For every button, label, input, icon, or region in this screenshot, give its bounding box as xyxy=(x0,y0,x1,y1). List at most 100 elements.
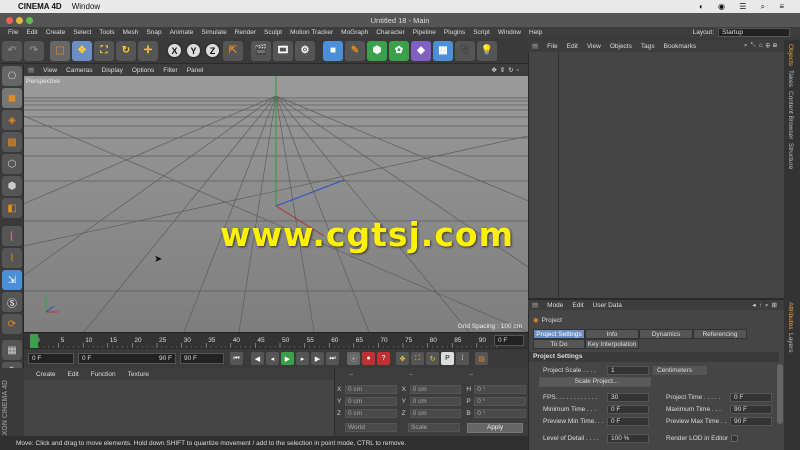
app-menu-sculpt[interactable]: Sculpt xyxy=(264,29,282,36)
viewport-menu-options[interactable]: Options xyxy=(132,67,154,74)
app-menu-script[interactable]: Script xyxy=(473,29,490,36)
attributes-scrollbar[interactable] xyxy=(777,364,783,424)
attr-menu-user-data[interactable]: User Data xyxy=(593,302,622,309)
mac-app-menu[interactable]: CINEMA 4D xyxy=(18,2,62,11)
redo-icon[interactable]: ↷ xyxy=(24,40,44,61)
play-icon[interactable]: ▶ xyxy=(281,352,294,365)
next-frame-icon[interactable]: ▸ xyxy=(296,352,309,365)
viewport-menu-filter[interactable]: Filter xyxy=(163,67,177,74)
tab-key-interpolation[interactable]: Key Interpolation xyxy=(585,339,639,349)
tab-layers[interactable]: Layers xyxy=(787,333,794,353)
app-menu-help[interactable]: Help xyxy=(529,29,542,36)
size-y-field[interactable]: 0 cm xyxy=(409,397,462,406)
workplane-icon[interactable]: ▦ xyxy=(2,340,22,360)
camera-object-icon[interactable]: 🎥 xyxy=(455,40,475,61)
project-scale-unit-dropdown[interactable]: Centimeters xyxy=(653,366,707,375)
move-mode-icon[interactable]: ⇲ xyxy=(2,270,22,290)
material-menu-texture[interactable]: Texture xyxy=(128,371,149,378)
floor-object-icon[interactable]: ▦ xyxy=(433,40,453,61)
z-axis-lock-button[interactable]: Z xyxy=(204,42,221,59)
tab-info[interactable]: Info xyxy=(585,329,639,339)
tab-objects[interactable]: Objects xyxy=(787,44,794,66)
previous-key-icon[interactable]: ◀ xyxy=(251,352,264,365)
tab-project-settings[interactable]: Project Settings xyxy=(533,329,585,339)
app-menu-tools[interactable]: Tools xyxy=(99,29,114,36)
position-z-field[interactable]: 0 cm xyxy=(344,409,397,418)
maximum-time-field[interactable]: 90 F xyxy=(730,405,772,414)
tweak-mode-icon[interactable]: ⌇ xyxy=(2,248,22,268)
tab-structure[interactable]: Structure xyxy=(787,143,794,169)
scale-project-button[interactable]: Scale Project... xyxy=(539,377,651,387)
layout-dropdown[interactable]: Startup xyxy=(718,28,790,37)
coordinate-space-dropdown[interactable]: World xyxy=(345,423,397,432)
x-axis-lock-button[interactable]: X xyxy=(166,42,183,59)
render-settings-icon[interactable]: ⚙ xyxy=(295,40,315,61)
attr-menu-mode[interactable]: Mode xyxy=(547,302,563,309)
tab-dynamics[interactable]: Dynamics xyxy=(639,329,693,339)
app-menu-edit[interactable]: Edit xyxy=(26,29,37,36)
model-mode-icon[interactable]: ◼ xyxy=(2,88,22,108)
zoom-window-button[interactable] xyxy=(26,17,33,24)
edges-mode-icon[interactable]: ⬢ xyxy=(2,176,22,196)
scale-tool-icon[interactable]: ⛶ xyxy=(94,40,114,61)
size-mode-dropdown[interactable]: Scale xyxy=(408,423,460,432)
project-time-field[interactable]: 0 F xyxy=(730,393,772,402)
material-menu-create[interactable]: Create xyxy=(36,371,56,378)
go-to-end-icon[interactable]: ⏭ xyxy=(326,352,339,365)
move-tool-icon[interactable]: ✥ xyxy=(72,40,92,61)
app-menu-mesh[interactable]: Mesh xyxy=(122,29,138,36)
size-z-field[interactable]: 0 cm xyxy=(409,409,462,418)
app-menu-simulate[interactable]: Simulate xyxy=(201,29,226,36)
live-selection-icon[interactable]: ⬚ xyxy=(50,40,70,61)
timeline-playhead[interactable] xyxy=(30,334,38,348)
rotation-key-icon[interactable]: ↻ xyxy=(426,352,439,365)
minimize-window-button[interactable] xyxy=(16,17,23,24)
position-y-field[interactable]: 0 cm xyxy=(344,397,397,406)
attr-nav-icons[interactable]: ◂↑⌕⊞ xyxy=(752,301,780,310)
object-menu-tags[interactable]: Tags xyxy=(641,43,655,50)
workplane-mode-icon[interactable]: ▩ xyxy=(2,132,22,152)
object-menu-view[interactable]: View xyxy=(587,43,601,50)
previous-frame-icon[interactable]: ◂ xyxy=(266,352,279,365)
mac-status-icons[interactable]: ◐ ◉ ☰ ⌕ ≡ xyxy=(699,2,790,12)
position-key-icon[interactable]: ✥ xyxy=(396,352,409,365)
fps-field[interactable]: 30 xyxy=(607,393,649,402)
close-window-button[interactable] xyxy=(6,17,13,24)
snapping-icon[interactable]: Ⓢ xyxy=(2,292,22,312)
polygons-mode-icon[interactable]: ◧ xyxy=(2,198,22,218)
scale-key-icon[interactable]: ⛶ xyxy=(411,352,424,365)
rotation-p-field[interactable]: 0 ° xyxy=(474,397,527,406)
cube-primitive-icon[interactable]: ■ xyxy=(323,40,343,61)
mograph-cloner-icon[interactable]: ✿ xyxy=(389,40,409,61)
light-object-icon[interactable]: 💡 xyxy=(477,40,497,61)
viewport-menu-cameras[interactable]: Cameras xyxy=(66,67,92,74)
app-menu-character[interactable]: Character xyxy=(376,29,405,36)
auto-keying-icon[interactable]: ● xyxy=(362,352,375,365)
panel-layout-icon[interactable]: ▤ xyxy=(532,42,538,50)
undo-icon[interactable]: ↶ xyxy=(2,40,22,61)
mac-window-menu[interactable]: Window xyxy=(72,2,100,11)
rotation-h-field[interactable]: 0 ° xyxy=(474,385,527,394)
pen-spline-icon[interactable]: ✎ xyxy=(345,40,365,61)
app-menu-mograph[interactable]: MoGraph xyxy=(341,29,368,36)
position-x-field[interactable]: 0 cm xyxy=(344,385,397,394)
app-menu-pipeline[interactable]: Pipeline xyxy=(413,29,436,36)
timeline-ruler[interactable]: 051015202530354045505560657075808590 0 F xyxy=(24,332,528,349)
parameter-key-icon[interactable]: P xyxy=(441,352,454,365)
rotation-b-field[interactable]: 0 ° xyxy=(474,409,527,418)
timeline-end-frame-field[interactable]: 0 F xyxy=(494,335,524,346)
render-view-icon[interactable]: 🎬 xyxy=(251,40,271,61)
points-mode-icon[interactable]: ⬡ xyxy=(2,154,22,174)
app-menu-snap[interactable]: Snap xyxy=(146,29,161,36)
object-menu-objects[interactable]: Objects xyxy=(610,43,632,50)
y-axis-lock-button[interactable]: Y xyxy=(185,42,202,59)
app-menu-file[interactable]: File xyxy=(8,29,18,36)
viewport-menu-view[interactable]: View xyxy=(43,67,57,74)
deformer-icon[interactable]: ◆ xyxy=(411,40,431,61)
size-x-field[interactable]: 0 cm xyxy=(409,385,462,394)
app-menu-render[interactable]: Render xyxy=(235,29,256,36)
tab-to-do[interactable]: To Do xyxy=(533,339,585,349)
rotate-tool-icon[interactable]: ↻ xyxy=(116,40,136,61)
tab-content-browser[interactable]: Content Browser xyxy=(787,91,794,139)
panel-layout-icon[interactable]: ▤ xyxy=(532,301,538,309)
